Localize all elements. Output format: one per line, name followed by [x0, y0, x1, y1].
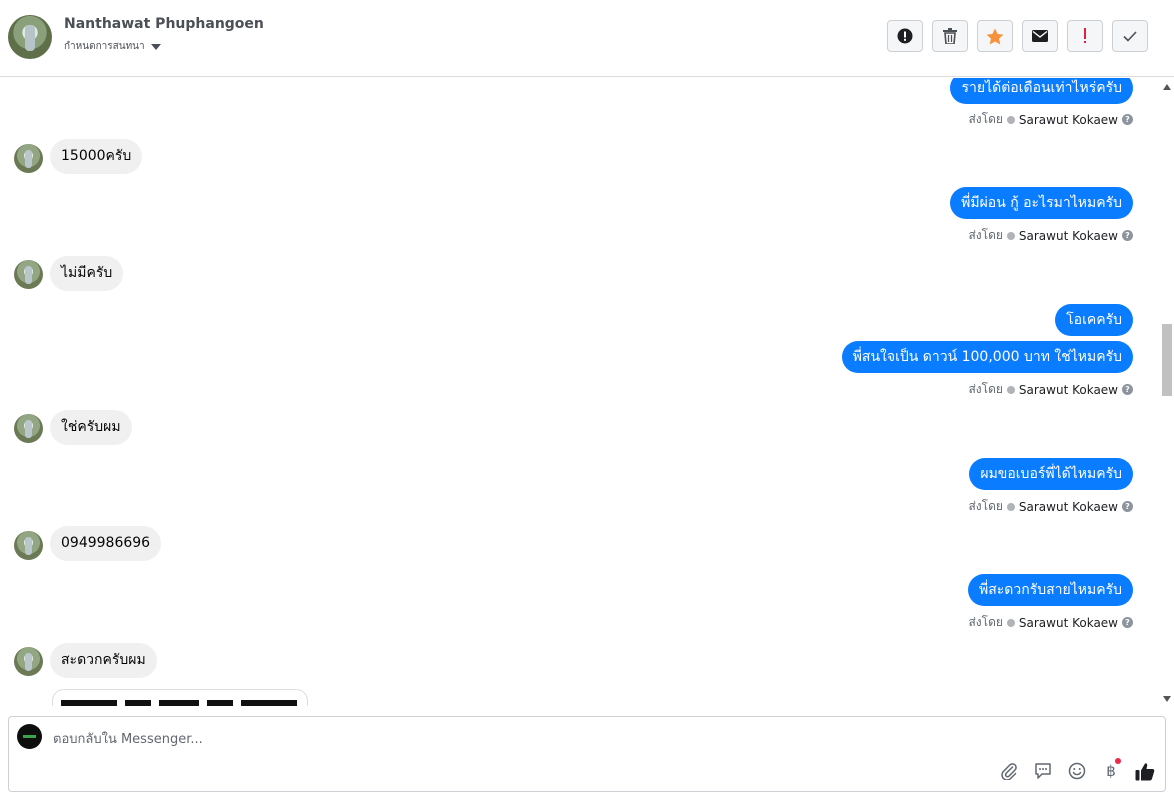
sent-by-info: ส่งโดย Sarawut Kokaew ?: [968, 380, 1133, 399]
sender-name[interactable]: Sarawut Kokaew: [1019, 229, 1118, 243]
outgoing-message[interactable]: ผมขอเบอร์พี่ได้ไหมครับ: [969, 458, 1133, 490]
paperclip-icon: [1001, 763, 1017, 780]
message-thread[interactable]: รายได้ต่อเดือนเท่าไหร่ครับ ส่งโดย Sarawu…: [0, 78, 1160, 706]
conversation-schedule-dropdown[interactable]: กำหนดการสนทนา: [64, 39, 161, 54]
outgoing-message[interactable]: โอเคครับ: [1055, 304, 1133, 336]
emoji-button[interactable]: [1067, 761, 1087, 781]
help-icon[interactable]: ?: [1122, 617, 1133, 628]
page-badge-icon: [1006, 231, 1015, 240]
page-badge-icon: [1006, 618, 1015, 627]
sender-name[interactable]: Sarawut Kokaew: [1019, 500, 1118, 514]
help-icon[interactable]: ?: [1122, 501, 1133, 512]
payment-button[interactable]: ฿: [1101, 758, 1121, 781]
sender-name[interactable]: Sarawut Kokaew: [1019, 113, 1118, 127]
incoming-message[interactable]: ใช่ครับผม: [50, 410, 132, 445]
sender-name[interactable]: Sarawut Kokaew: [1019, 616, 1118, 630]
incoming-image-attachment[interactable]: [52, 689, 308, 706]
like-button[interactable]: [1135, 761, 1155, 781]
contact-avatar-small[interactable]: [14, 144, 43, 173]
emoji-icon: [1068, 762, 1086, 780]
saved-replies-button[interactable]: [1033, 761, 1053, 781]
delete-button[interactable]: [932, 20, 968, 52]
sent-by-info: ส่งโดย Sarawut Kokaew ?: [968, 226, 1133, 245]
outgoing-message[interactable]: รายได้ต่อเดือนเท่าไหร่ครับ: [950, 78, 1133, 104]
help-icon[interactable]: ?: [1122, 114, 1133, 125]
sent-by-info: ส่งโดย Sarawut Kokaew ?: [968, 110, 1133, 129]
baht-icon: ฿: [1106, 762, 1116, 780]
check-icon: [1123, 30, 1137, 42]
attach-button[interactable]: [999, 761, 1019, 781]
incoming-message[interactable]: สะดวกครับผม: [50, 643, 157, 678]
contact-avatar-small[interactable]: [14, 414, 43, 443]
sent-by-label: ส่งโดย: [968, 499, 1003, 513]
scroll-thumb[interactable]: [1162, 324, 1172, 396]
trash-icon: [943, 28, 957, 44]
conversation-toolbar: [887, 20, 1148, 52]
outgoing-message[interactable]: พี่สนใจเป็น ดาวน์ 100,000 บาท ใช่ไหมครับ: [841, 341, 1133, 373]
sent-by-info: ส่งโดย Sarawut Kokaew ?: [968, 497, 1133, 516]
help-icon[interactable]: ?: [1122, 230, 1133, 241]
contact-avatar-small[interactable]: [14, 647, 43, 676]
outgoing-message[interactable]: พี่มีผ่อน กู้ อะไรมาไหมครับ: [950, 187, 1133, 219]
reply-composer: ฿: [8, 716, 1166, 792]
incoming-message[interactable]: 0949986696: [50, 526, 162, 561]
contact-avatar[interactable]: [8, 15, 52, 59]
incoming-message[interactable]: 15000ครับ: [50, 139, 143, 174]
contact-name[interactable]: Nanthawat Phuphangoen: [64, 16, 264, 32]
star-button[interactable]: [977, 20, 1013, 52]
sent-by-label: ส่งโดย: [968, 382, 1003, 396]
reply-input[interactable]: [53, 729, 953, 749]
mark-important-button[interactable]: [1067, 20, 1103, 52]
sent-by-label: ส่งโดย: [968, 228, 1003, 242]
page-badge-icon: [1006, 385, 1015, 394]
page-badge-icon: [1006, 115, 1015, 124]
caret-down-icon: [150, 43, 161, 50]
outgoing-message[interactable]: พี่สะดวกรับสายไหมครับ: [967, 574, 1133, 606]
schedule-label: กำหนดการสนทนา: [64, 41, 145, 52]
scroll-up-arrow-icon[interactable]: [1163, 84, 1171, 90]
mark-unread-button[interactable]: [1022, 20, 1058, 52]
envelope-icon: [1032, 30, 1048, 42]
page-avatar: [17, 724, 42, 749]
conversation-header: Nanthawat Phuphangoen กำหนดการสนทนา: [0, 0, 1174, 77]
thread-scrollbar[interactable]: [1160, 78, 1174, 706]
sent-by-info: ส่งโดย Sarawut Kokaew ?: [968, 613, 1133, 632]
star-icon: [986, 28, 1004, 44]
mark-spam-button[interactable]: [887, 20, 923, 52]
exclamation-icon: [1084, 28, 1086, 43]
exclamation-circle-icon: [897, 28, 913, 44]
help-icon[interactable]: ?: [1122, 384, 1133, 395]
contact-avatar-small[interactable]: [14, 260, 43, 289]
saved-reply-icon: [1035, 763, 1051, 779]
contact-avatar-small[interactable]: [14, 531, 43, 560]
page-badge-icon: [1006, 502, 1015, 511]
sent-by-label: ส่งโดย: [968, 615, 1003, 629]
incoming-message[interactable]: ไม่มีครับ: [50, 256, 124, 291]
like-icon: [1135, 762, 1155, 780]
sender-name[interactable]: Sarawut Kokaew: [1019, 383, 1118, 397]
sent-by-label: ส่งโดย: [968, 112, 1003, 126]
mark-done-button[interactable]: [1112, 20, 1148, 52]
composer-actions: ฿: [999, 758, 1155, 781]
scroll-down-arrow-icon[interactable]: [1163, 696, 1171, 702]
notification-dot: [1115, 758, 1121, 764]
